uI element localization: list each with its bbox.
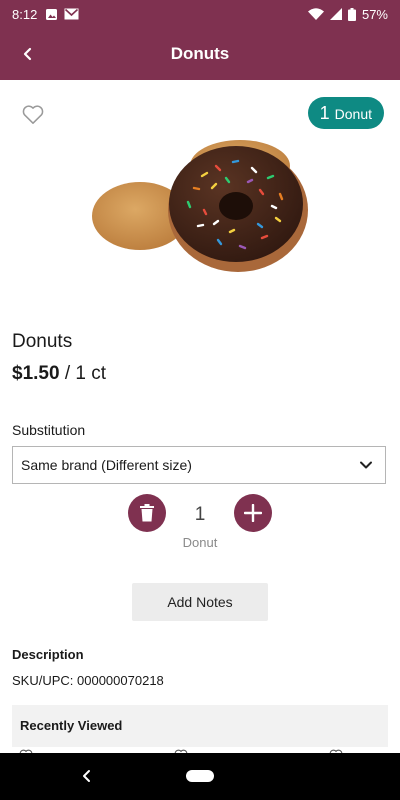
back-button[interactable] <box>14 40 42 68</box>
chevron-left-icon <box>23 47 32 61</box>
price-amount: $1.50 <box>12 363 60 384</box>
add-notes-button[interactable]: Add Notes <box>132 583 268 621</box>
sku-text: SKU/UPC: 000000070218 <box>12 673 164 688</box>
substitution-label: Substitution <box>12 422 86 438</box>
wifi-icon <box>307 8 324 20</box>
system-nav-bar <box>0 753 400 800</box>
favorite-button[interactable] <box>20 101 46 127</box>
signal-icon <box>329 8 342 20</box>
page-title: Donuts <box>170 44 230 63</box>
plus-icon <box>244 504 262 522</box>
product-name: Donuts <box>12 331 73 352</box>
app-bar: Donuts <box>0 28 400 80</box>
description-heading: Description <box>12 647 84 662</box>
status-bar: 8:12 57% <box>0 0 400 28</box>
recently-viewed-heading: Recently Viewed <box>20 718 123 733</box>
price-unit: / 1 ct <box>64 363 107 384</box>
battery-icon <box>347 7 356 21</box>
chevron-down-icon <box>360 461 372 469</box>
remove-item-button[interactable] <box>128 494 166 532</box>
increase-quantity-button[interactable] <box>234 494 272 532</box>
trash-icon <box>140 504 154 522</box>
gmail-icon <box>64 8 79 20</box>
substitution-value: Same brand (Different size) <box>21 457 192 473</box>
battery-percent: 57% <box>361 6 388 22</box>
quantity-value: 1 <box>194 504 206 525</box>
substitution-select[interactable]: Same brand (Different size) <box>12 446 386 484</box>
nav-back-icon[interactable] <box>78 767 96 785</box>
cart-unit: Donut <box>334 106 372 122</box>
product-image <box>92 140 308 272</box>
heart-outline-icon <box>22 105 44 124</box>
cart-count-badge[interactable]: 1 Donut <box>307 97 384 129</box>
cart-count: 1 <box>319 103 330 123</box>
nav-home-button[interactable] <box>186 770 214 782</box>
recently-viewed-section: Recently Viewed <box>12 705 388 747</box>
product-price: $1.50 / 1 ct <box>12 363 106 385</box>
status-time: 8:12 <box>12 6 38 22</box>
gallery-icon <box>46 8 58 20</box>
quantity-unit: Donut <box>182 535 218 550</box>
